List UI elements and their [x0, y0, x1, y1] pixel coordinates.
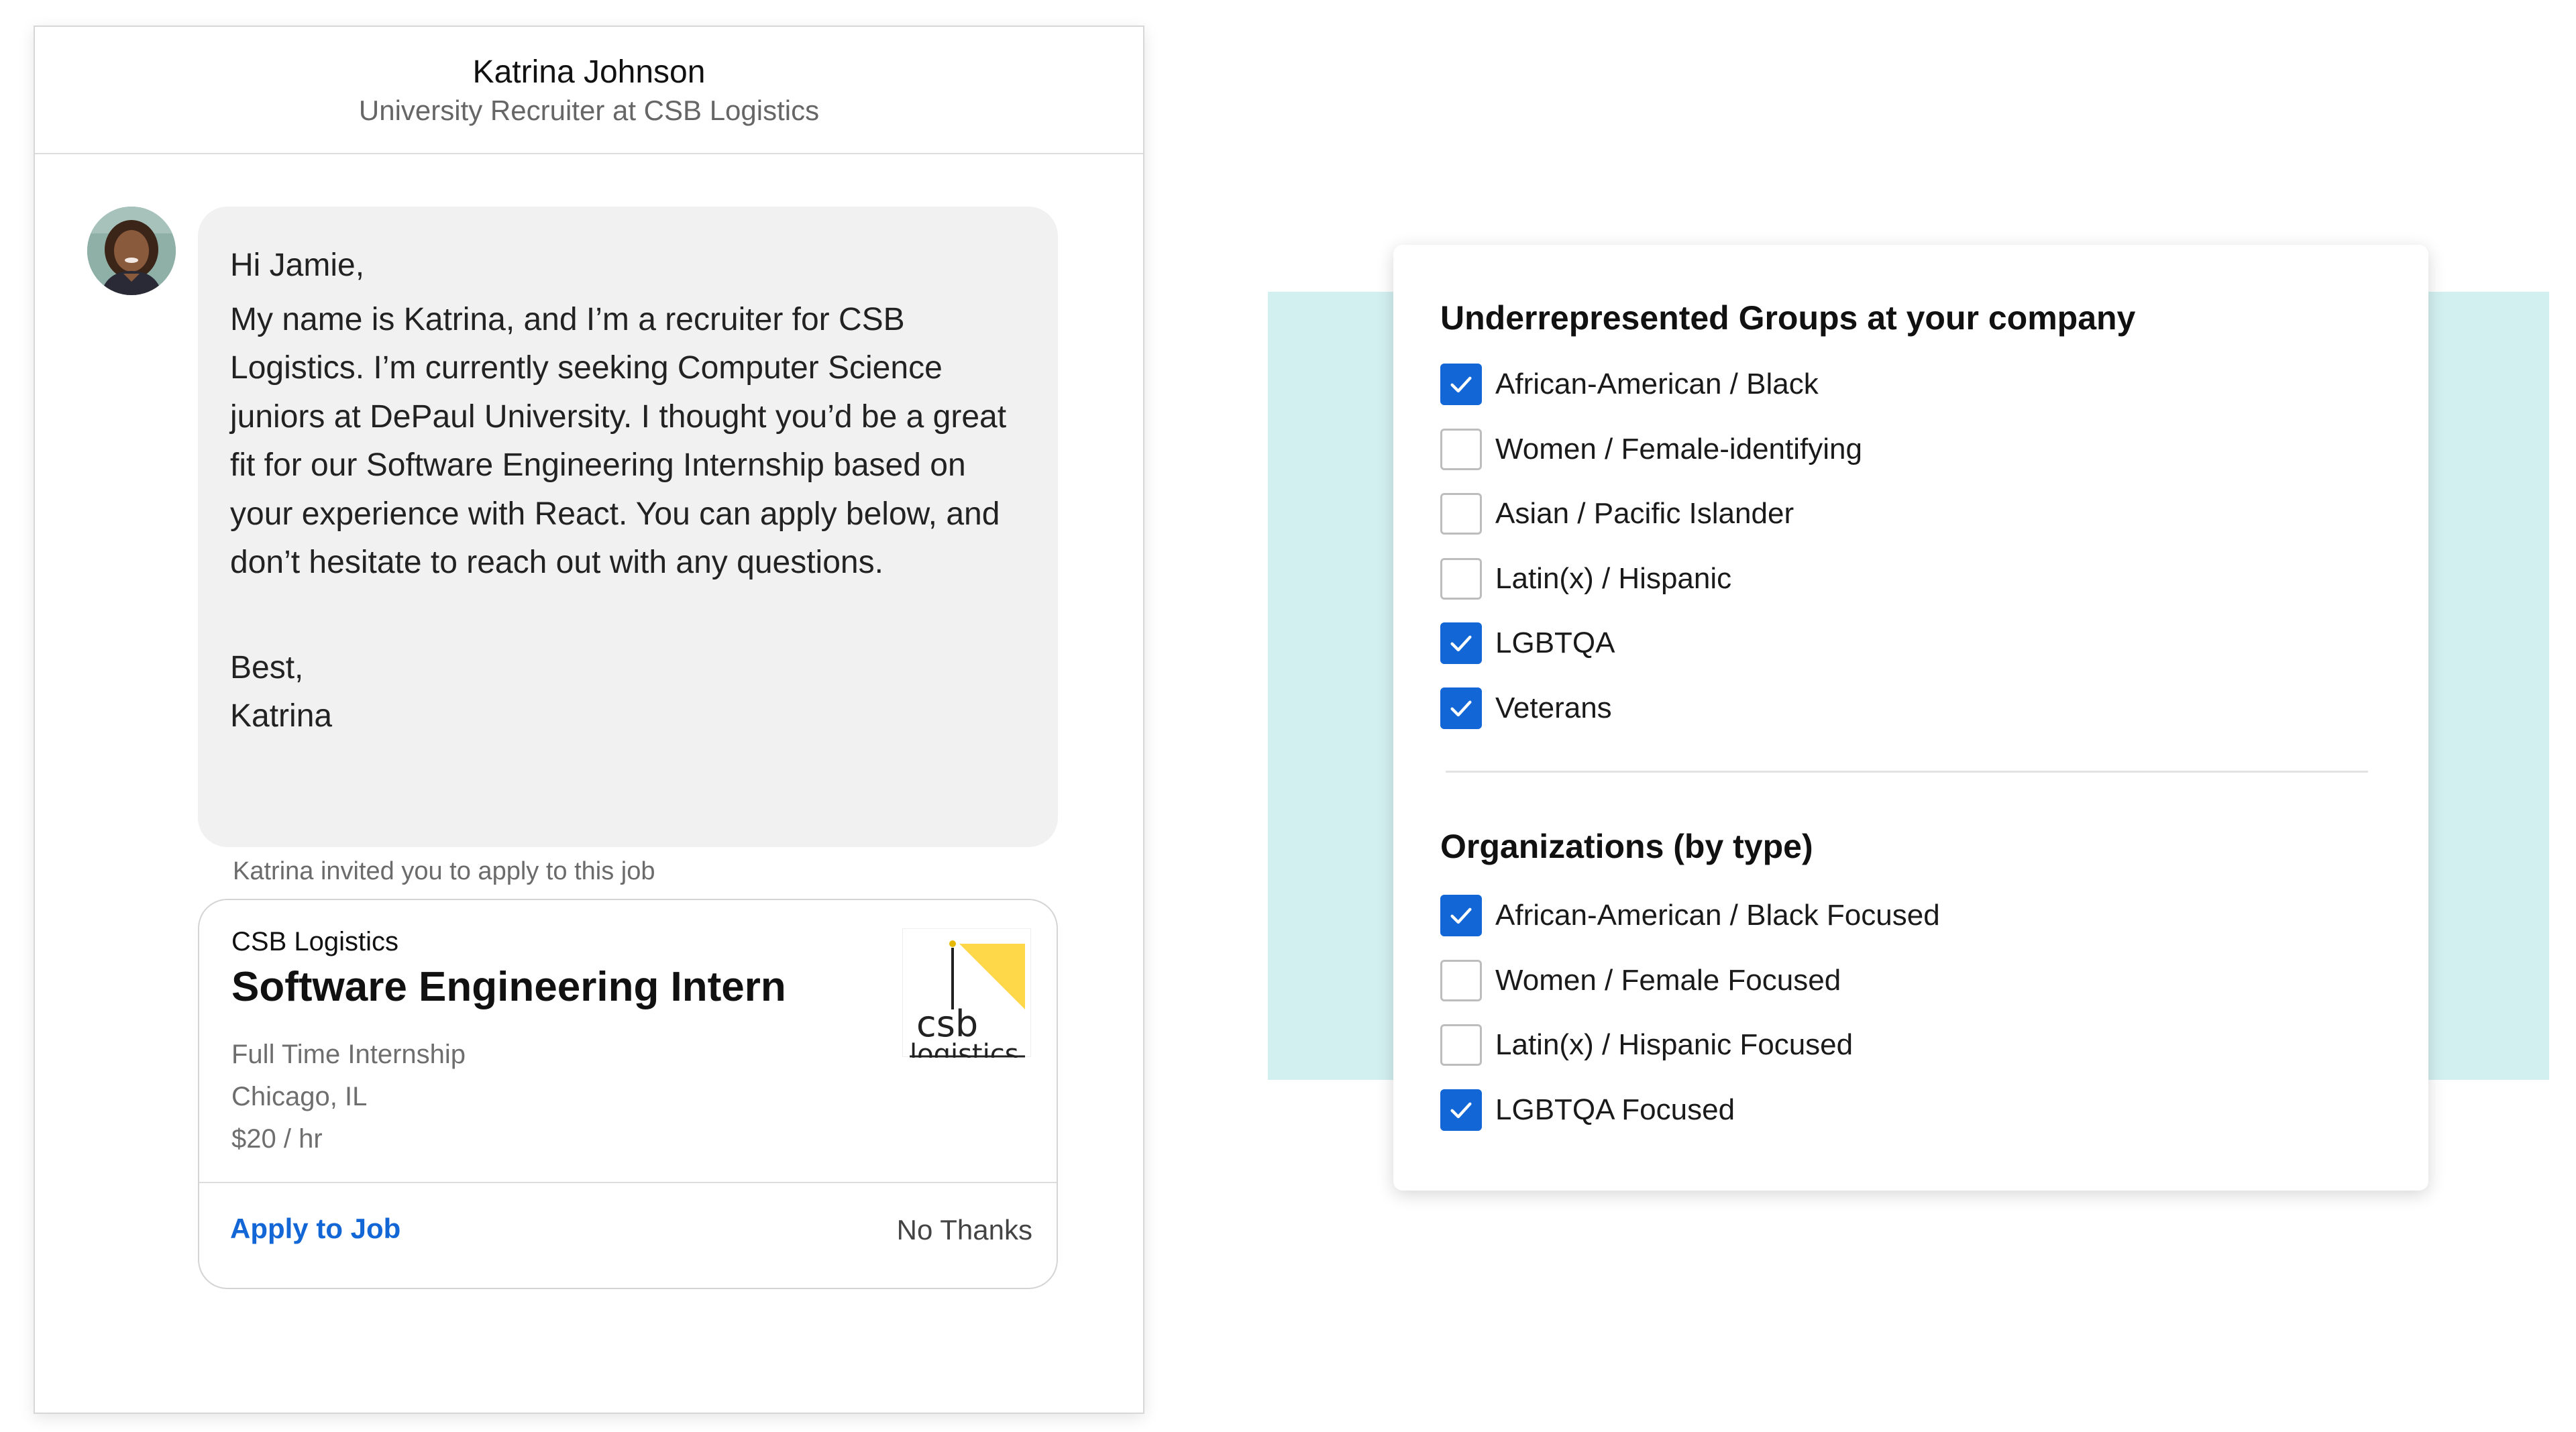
- job-type: Full Time Internship: [231, 1040, 466, 1069]
- filter-card: Underrepresented Groups at your company …: [1393, 245, 2428, 1191]
- message-greeting: Hi Jamie,: [230, 247, 365, 283]
- checkbox[interactable]: [1440, 428, 1482, 470]
- organization-type-option[interactable]: Latin(x) / Hispanic Focused: [1440, 1024, 1853, 1066]
- option-label: Veterans: [1495, 691, 1612, 724]
- checkbox[interactable]: [1440, 493, 1482, 535]
- organization-type-option[interactable]: Women / Female Focused: [1440, 959, 1841, 1002]
- organization-type-option[interactable]: African-American / Black Focused: [1440, 894, 1940, 937]
- checkmark-icon: [1450, 700, 1472, 716]
- underrepresented-group-option[interactable]: Veterans: [1440, 687, 1612, 730]
- option-label: Women / Female Focused: [1495, 963, 1841, 997]
- job-pay: $20 / hr: [231, 1124, 323, 1154]
- message-signature: Katrina: [230, 698, 333, 734]
- message-bubble: Hi Jamie, My name is Katrina, and I’m a …: [198, 207, 1058, 847]
- message-body: My name is Katrina, and I’m a recruiter …: [230, 301, 1007, 581]
- underrepresented-group-option[interactable]: Asian / Pacific Islander: [1440, 492, 1794, 535]
- option-label: African-American / Black Focused: [1495, 899, 1940, 932]
- checkbox[interactable]: [1440, 895, 1482, 936]
- option-label: Latin(x) / Hispanic Focused: [1495, 1028, 1854, 1061]
- no-thanks-button[interactable]: No Thanks: [897, 1214, 1032, 1246]
- filter-divider: [1446, 771, 2368, 773]
- checkbox[interactable]: [1440, 1089, 1482, 1131]
- checkbox[interactable]: [1440, 687, 1482, 729]
- job-company: CSB Logistics: [231, 927, 398, 956]
- option-label: LGBTQA Focused: [1495, 1093, 1735, 1126]
- option-label: Asian / Pacific Islander: [1495, 497, 1794, 530]
- underrepresented-group-option[interactable]: African-American / Black: [1440, 363, 1819, 406]
- company-logo: csb logistics: [902, 928, 1031, 1070]
- checkbox[interactable]: [1440, 1024, 1482, 1066]
- underrepresented-group-option[interactable]: Latin(x) / Hispanic: [1440, 557, 1731, 600]
- checkmark-icon: [1450, 907, 1472, 924]
- invite-caption: Katrina invited you to apply to this job: [233, 857, 655, 885]
- checkbox[interactable]: [1440, 557, 1482, 600]
- underrepresented-group-option[interactable]: Women / Female-identifying: [1440, 428, 1862, 471]
- option-label: Latin(x) / Hispanic: [1495, 561, 1732, 595]
- card-divider: [199, 1182, 1057, 1183]
- section-title-underrepresented: Underrepresented Groups at your company: [1440, 299, 2136, 337]
- checkbox[interactable]: [1440, 364, 1482, 405]
- job-location: Chicago, IL: [231, 1082, 368, 1111]
- job-title: Software Engineering Intern: [231, 964, 786, 1010]
- option-label: African-American / Black: [1495, 368, 1819, 400]
- checkmark-icon: [1450, 635, 1472, 652]
- logo-text-bottom: logistics: [910, 1039, 1019, 1058]
- message-panel: Katrina Johnson University Recruiter at …: [34, 25, 1144, 1414]
- underrepresented-group-option[interactable]: LGBTQA: [1440, 622, 1615, 665]
- job-card[interactable]: CSB Logistics Software Engineering Inter…: [198, 899, 1058, 1289]
- checkbox[interactable]: [1440, 959, 1482, 1001]
- checkbox[interactable]: [1440, 622, 1482, 664]
- checkmark-icon: [1450, 376, 1472, 393]
- avatar-photo: [87, 207, 176, 295]
- option-label: LGBTQA: [1495, 626, 1615, 659]
- message-closing: Best,: [230, 649, 304, 685]
- organization-type-option[interactable]: LGBTQA Focused: [1440, 1089, 1735, 1132]
- message-header: Katrina Johnson University Recruiter at …: [35, 27, 1143, 154]
- sender-name: Katrina Johnson: [472, 54, 706, 90]
- avatar[interactable]: [87, 207, 176, 295]
- section-title-organizations: Organizations (by type): [1440, 828, 1813, 865]
- sender-title: University Recruiter at CSB Logistics: [358, 94, 820, 126]
- apply-to-job-button[interactable]: Apply to Job: [230, 1213, 400, 1245]
- stage: Katrina Johnson University Recruiter at …: [0, 0, 2576, 1432]
- checkmark-icon: [1450, 1102, 1472, 1118]
- option-label: Women / Female-identifying: [1495, 432, 1862, 465]
